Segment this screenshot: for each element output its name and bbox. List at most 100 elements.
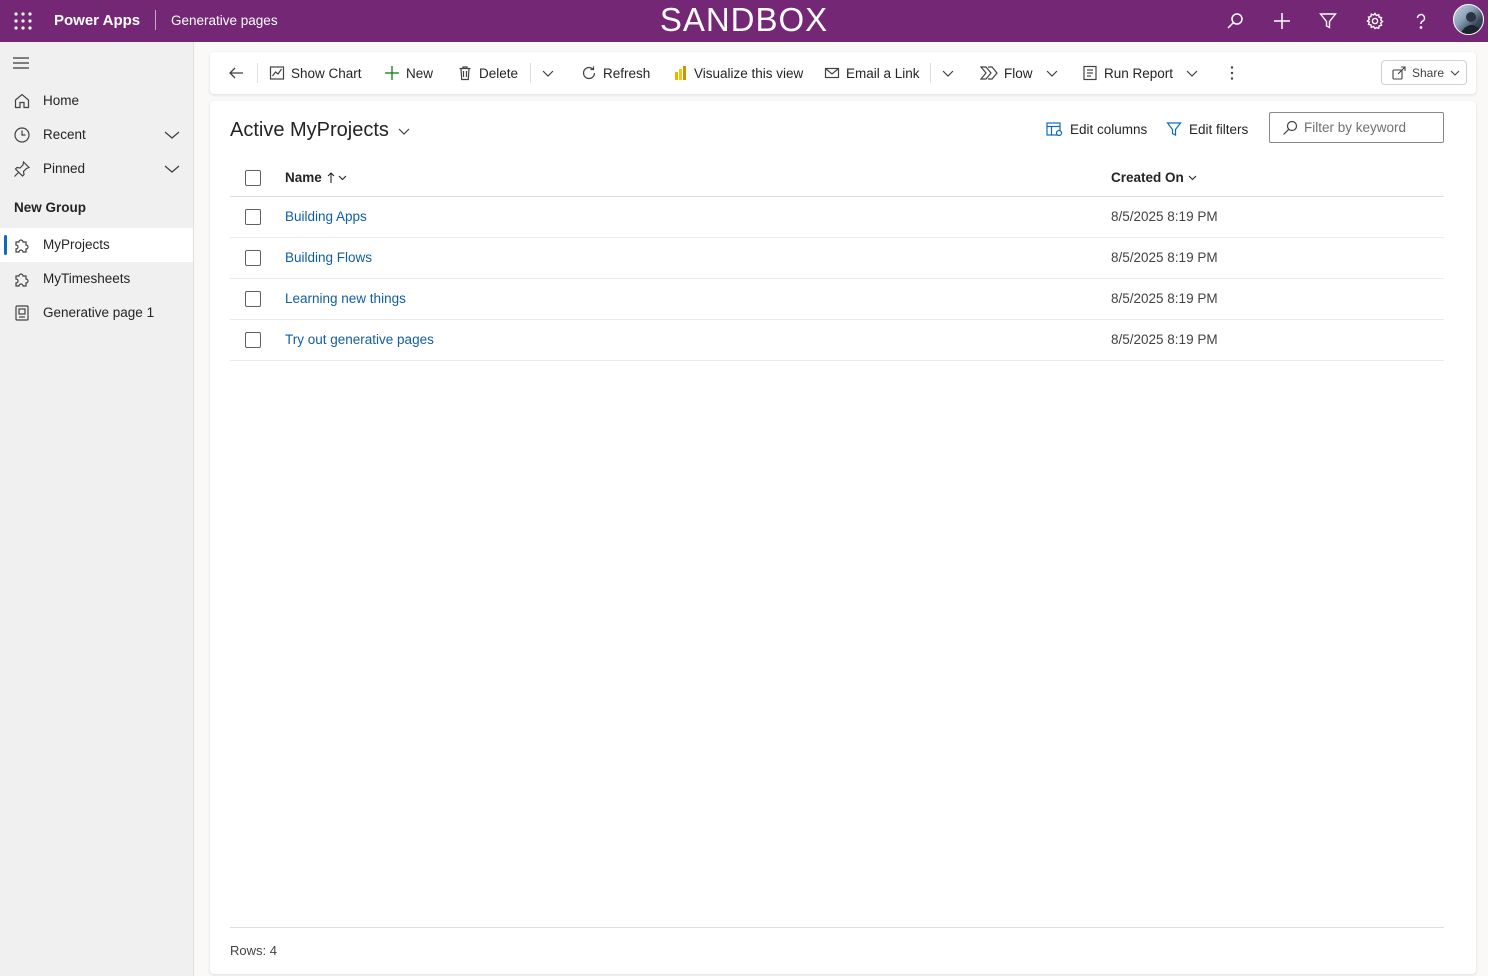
delete-label: Delete [479, 65, 519, 81]
search-icon [1283, 120, 1298, 135]
email-link-button[interactable]: Email a Link [824, 52, 920, 94]
sidebar-item-home[interactable]: Home [0, 84, 193, 118]
edit-columns-button[interactable]: Edit columns [1046, 119, 1147, 139]
app-header: Power Apps Generative pages SANDBOX [0, 0, 1488, 42]
arrow-left-icon [229, 67, 243, 79]
created-on-cell: 8/5/2025 8:19 PM [1111, 209, 1218, 224]
hamburger-menu-icon[interactable] [12, 56, 30, 70]
chart-icon [269, 66, 285, 80]
flow-button[interactable]: Flow [980, 52, 1065, 94]
record-name-link[interactable]: Building Flows [285, 250, 372, 265]
column-header-label: Name [285, 170, 322, 185]
column-header-created-on[interactable]: Created On [1111, 170, 1197, 185]
chevron-down-icon [338, 175, 347, 181]
show-chart-button[interactable]: Show Chart [269, 52, 362, 94]
table-row[interactable]: Learning new things 8/5/2025 8:19 PM [230, 279, 1444, 320]
filter-icon [1166, 122, 1182, 136]
more-commands-button[interactable] [1225, 52, 1245, 94]
power-bi-icon [675, 66, 686, 80]
new-label: New [406, 65, 434, 81]
email-more-dropdown[interactable] [941, 52, 961, 94]
table-row[interactable]: Building Flows 8/5/2025 8:19 PM [230, 238, 1444, 279]
plus-icon [385, 66, 399, 80]
page-icon [13, 304, 31, 322]
sidebar-item-label: MyProjects [43, 237, 110, 252]
chevron-down-icon [942, 70, 954, 77]
gear-icon[interactable] [1363, 9, 1387, 33]
report-icon [1083, 65, 1097, 81]
refresh-button[interactable]: Refresh [581, 52, 650, 94]
share-button[interactable]: Share [1381, 60, 1467, 85]
main-grid-panel: Active MyProjects Edit columns Edit filt… [210, 101, 1476, 974]
home-icon [13, 92, 31, 110]
edit-columns-icon [1046, 122, 1063, 137]
page-name[interactable]: Generative pages [171, 13, 278, 28]
view-selector[interactable]: Active MyProjects [230, 119, 411, 142]
new-button[interactable]: New [384, 52, 433, 94]
edit-columns-label: Edit columns [1070, 121, 1148, 137]
trash-icon [459, 66, 471, 81]
run-report-button[interactable]: Run Report [1082, 52, 1205, 94]
sidebar-item-pinned[interactable]: Pinned [0, 152, 193, 186]
table-row[interactable]: Building Apps 8/5/2025 8:19 PM [230, 197, 1444, 238]
email-link-label: Email a Link [846, 65, 920, 81]
delete-more-dropdown[interactable] [541, 52, 561, 94]
plus-icon[interactable] [1270, 9, 1294, 33]
pin-icon [13, 160, 31, 178]
chevron-down-icon [1450, 70, 1460, 76]
sidebar-item-myprojects[interactable]: MyProjects [0, 228, 193, 262]
site-map-sidebar: Home Recent Pinned New Group MyProjects … [0, 42, 194, 976]
flow-label: Flow [1004, 65, 1033, 81]
sidebar-item-label: Pinned [43, 161, 86, 176]
refresh-label: Refresh [603, 65, 651, 81]
column-header-label: Created On [1111, 170, 1184, 185]
sidebar-item-label: MyTimesheets [43, 271, 131, 286]
record-name-link[interactable]: Try out generative pages [285, 332, 434, 347]
edit-filters-button[interactable]: Edit filters [1166, 119, 1248, 139]
record-name-link[interactable]: Building Apps [285, 209, 367, 224]
row-checkbox[interactable] [245, 250, 261, 266]
user-avatar[interactable] [1453, 4, 1484, 35]
help-icon[interactable] [1409, 9, 1433, 33]
command-bar: Show Chart New Delete Refresh Visualize … [210, 52, 1476, 94]
puzzle-icon [13, 236, 31, 254]
rows-count: Rows: 4 [230, 943, 277, 958]
chevron-down-icon [542, 70, 554, 77]
sidebar-item-mytimesheets[interactable]: MyTimesheets [0, 262, 193, 296]
toolbar-divider [530, 63, 531, 83]
visualize-view-button[interactable]: Visualize this view [672, 52, 803, 94]
grid-header-row: Name Created On [230, 159, 1444, 197]
filter-icon[interactable] [1316, 9, 1340, 33]
created-on-cell: 8/5/2025 8:19 PM [1111, 332, 1218, 347]
record-name-link[interactable]: Learning new things [285, 291, 406, 306]
chevron-down-icon[interactable] [163, 128, 181, 142]
app-name[interactable]: Power Apps [54, 12, 140, 29]
chevron-down-icon [1188, 175, 1197, 181]
refresh-icon [582, 66, 596, 80]
row-checkbox[interactable] [245, 209, 261, 225]
sidebar-item-recent[interactable]: Recent [0, 118, 193, 152]
sidebar-group-header: New Group [14, 200, 87, 215]
back-button[interactable] [228, 52, 250, 94]
sidebar-item-generative-page-1[interactable]: Generative page 1 [0, 296, 193, 330]
chevron-down-icon [1186, 70, 1198, 77]
row-checkbox[interactable] [245, 332, 261, 348]
delete-button[interactable]: Delete [457, 52, 518, 94]
chevron-down-icon [1046, 70, 1057, 77]
table-row[interactable]: Try out generative pages 8/5/2025 8:19 P… [230, 320, 1444, 361]
filter-by-keyword-input[interactable] [1304, 120, 1434, 135]
sort-ascending-icon [327, 171, 335, 183]
toolbar-divider [930, 63, 931, 83]
column-header-name[interactable]: Name [285, 170, 347, 185]
toolbar-divider [257, 63, 258, 83]
filter-by-keyword-input-container [1269, 112, 1444, 143]
row-checkbox[interactable] [245, 291, 261, 307]
chevron-down-icon[interactable] [163, 162, 181, 176]
email-link-icon [824, 67, 840, 79]
share-label: Share [1412, 65, 1445, 80]
waffle-icon[interactable] [13, 11, 33, 31]
run-report-label: Run Report [1104, 65, 1174, 81]
select-all-checkbox[interactable] [245, 170, 261, 186]
search-icon[interactable] [1223, 9, 1247, 33]
sidebar-item-label: Recent [43, 127, 86, 142]
